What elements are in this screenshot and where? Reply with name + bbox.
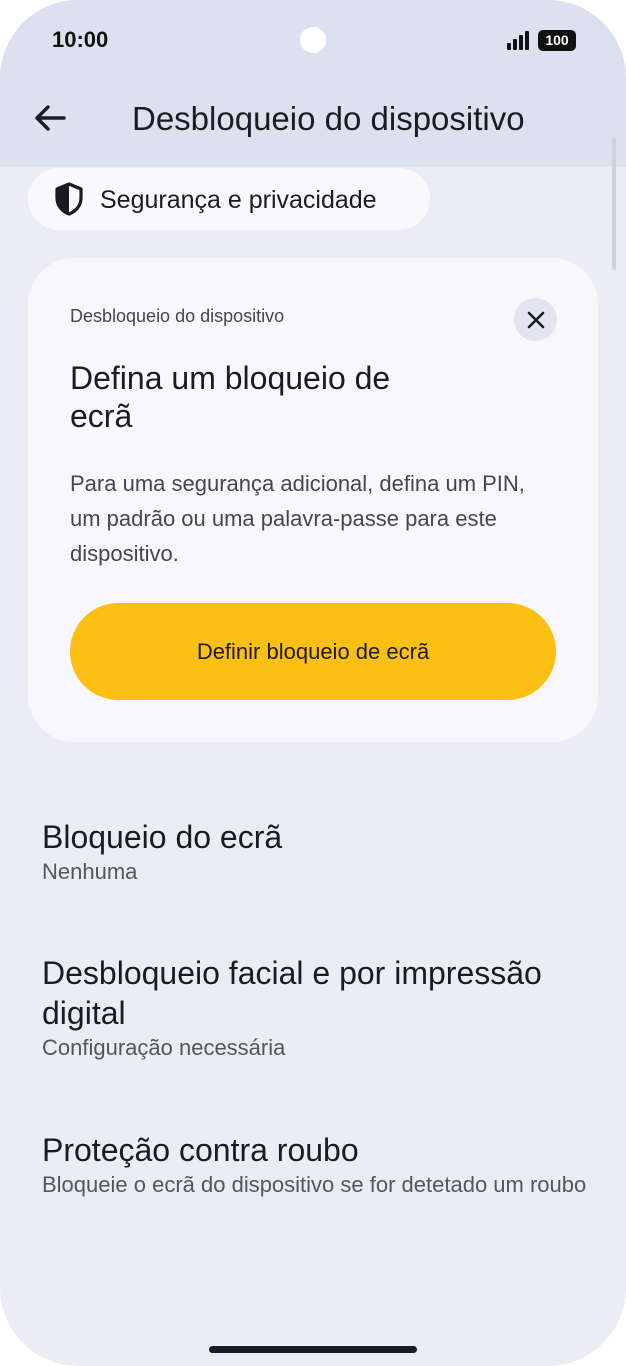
battery-icon: 100 (538, 30, 576, 51)
arrow-left-icon (35, 105, 66, 131)
setting-title: Bloqueio do ecrã (42, 819, 283, 855)
status-time: 10:00 (52, 27, 109, 52)
setting-subtitle: Bloqueie o ecrã do dispositivo se for de… (42, 1172, 587, 1197)
card-description: Para uma segurança adicional, defina um … (70, 471, 525, 566)
set-screen-lock-button[interactable]: Definir bloqueio de ecrã (70, 603, 556, 700)
back-button[interactable] (30, 98, 70, 138)
app-bar: 10:00 100 Desbloqueio do dispositivo (0, 0, 626, 167)
page-title: Desbloqueio do dispositivo (132, 100, 525, 137)
setting-subtitle: Nenhuma (42, 859, 138, 884)
camera-cutout (300, 27, 326, 53)
phone-screen: 10:00 100 Desbloqueio do dispositivo Seg… (0, 0, 626, 1366)
home-indicator[interactable] (209, 1346, 417, 1353)
setting-theft-protection[interactable]: Proteção contra roubo Bloqueie o ecrã do… (42, 1130, 602, 1199)
signal-icon (507, 30, 531, 50)
card-overline: Desbloqueio do dispositivo (70, 306, 285, 326)
setting-screen-lock[interactable]: Bloqueio do ecrã Nenhuma (42, 817, 602, 886)
dismiss-card-button[interactable] (514, 298, 557, 341)
close-icon (527, 311, 544, 328)
setting-face-fingerprint-unlock[interactable]: Desbloqueio facial e por impressão digit… (42, 953, 602, 1062)
breadcrumb-label: Segurança e privacidade (100, 186, 377, 214)
card-title: Defina um bloqueio de ecrã (70, 360, 391, 434)
scrollbar[interactable] (612, 138, 616, 270)
breadcrumb-chip[interactable]: Segurança e privacidade (28, 168, 430, 230)
shield-icon (55, 182, 83, 216)
setup-card: Desbloqueio do dispositivo Defina um blo… (28, 258, 598, 742)
setting-title: Proteção contra roubo (42, 1132, 359, 1168)
setting-subtitle: Configuração necessária (42, 1035, 286, 1060)
setting-title: Desbloqueio facial e por impressão digit… (42, 955, 542, 1031)
